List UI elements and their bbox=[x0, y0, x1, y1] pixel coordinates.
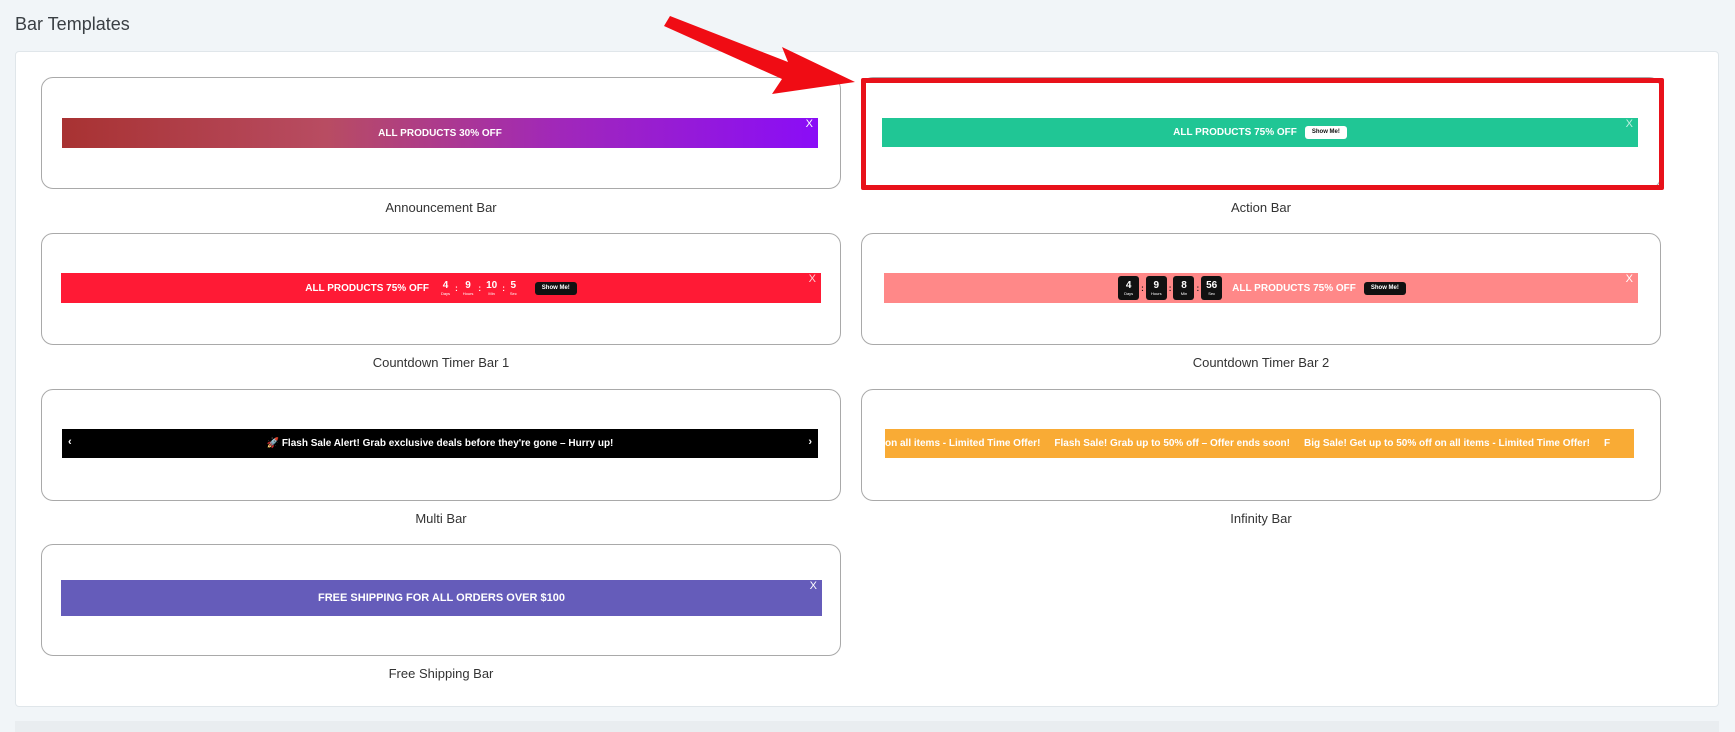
separator: : bbox=[455, 283, 458, 293]
countdown-minutes: 8 Min bbox=[1173, 276, 1195, 300]
announcement-bar-preview: ALL PRODUCTS 30% OFF X bbox=[62, 118, 818, 148]
template-label-countdown-1: Countdown Timer Bar 1 bbox=[372, 355, 510, 370]
template-card-countdown-1[interactable]: ALL PRODUCTS 75% OFF 4 Days : 9 Hours : 10… bbox=[41, 233, 841, 345]
marquee-item: on all items - Limited Time Offer! bbox=[885, 438, 1041, 449]
countdown-bar-2-text: ALL PRODUCTS 75% OFF bbox=[1232, 282, 1356, 294]
multi-bar-preview: ‹ 🚀 Flash Sale Alert! Grab exclusive dea… bbox=[62, 429, 818, 458]
countdown-bar-1-text: ALL PRODUCTS 75% OFF bbox=[305, 282, 429, 294]
announcement-bar-text: ALL PRODUCTS 30% OFF bbox=[378, 127, 502, 139]
free-shipping-bar-text: FREE SHIPPING FOR ALL ORDERS OVER $100 bbox=[318, 592, 565, 604]
marquee-item: Flash Sale! Grab up to 50% off – Offer e… bbox=[1054, 438, 1290, 449]
countdown-hours: 9 Hours bbox=[1145, 276, 1167, 300]
marquee-item: Big Sale! Get up to 50% off on all items… bbox=[1304, 438, 1590, 449]
multi-bar-text: 🚀 Flash Sale Alert! Grab exclusive deals… bbox=[266, 438, 614, 449]
marquee-item: F bbox=[1603, 438, 1611, 449]
close-icon[interactable]: X bbox=[806, 118, 813, 130]
close-icon[interactable]: X bbox=[1626, 273, 1633, 285]
template-label-action: Action Bar bbox=[1231, 200, 1291, 215]
separator: : bbox=[1196, 283, 1200, 293]
free-shipping-bar-preview: FREE SHIPPING FOR ALL ORDERS OVER $100 X bbox=[61, 580, 822, 616]
show-me-button[interactable]: Show Me! bbox=[1363, 281, 1406, 295]
countdown-bar-1-preview: ALL PRODUCTS 75% OFF 4 Days : 9 Hours : 10… bbox=[61, 273, 821, 303]
countdown-days: 4 Days bbox=[1118, 276, 1140, 300]
template-card-countdown-2[interactable]: 4 Days : 9 Hours : 8 Min : 56 Sec ALL PRODUC… bbox=[861, 233, 1661, 345]
template-card-free-shipping[interactable]: FREE SHIPPING FOR ALL ORDERS OVER $100 X bbox=[41, 544, 841, 656]
countdown-minutes: 10 Min bbox=[486, 280, 498, 296]
countdown-seconds: 56 Sec bbox=[1201, 276, 1223, 300]
countdown-hours: 9 Hours bbox=[462, 280, 474, 296]
template-label-announcement: Announcement Bar bbox=[385, 200, 497, 215]
next-arrow-icon[interactable]: › bbox=[808, 436, 812, 448]
bottom-strip bbox=[15, 721, 1719, 732]
page-title: Bar Templates bbox=[15, 14, 130, 34]
infinity-bar-preview: on all items - Limited Time Offer! Flash… bbox=[885, 429, 1634, 458]
template-label-multi: Multi Bar bbox=[415, 511, 467, 526]
show-me-button[interactable]: Show Me! bbox=[534, 281, 577, 295]
countdown-days: 4 Days bbox=[440, 280, 451, 296]
annotation-arrow-icon bbox=[664, 16, 855, 94]
close-icon[interactable]: X bbox=[809, 273, 816, 285]
separator: : bbox=[1141, 283, 1144, 293]
close-icon[interactable]: X bbox=[810, 580, 817, 592]
separator: : bbox=[502, 283, 505, 293]
separator: : bbox=[1168, 283, 1172, 293]
template-label-infinity: Infinity Bar bbox=[1230, 511, 1292, 526]
prev-arrow-icon[interactable]: ‹ bbox=[68, 436, 72, 448]
template-label-countdown-2: Countdown Timer Bar 2 bbox=[1192, 355, 1330, 370]
template-card-multi[interactable]: ‹ 🚀 Flash Sale Alert! Grab exclusive dea… bbox=[41, 389, 841, 501]
separator: : bbox=[478, 283, 482, 293]
template-card-infinity[interactable]: on all items - Limited Time Offer! Flash… bbox=[861, 389, 1661, 501]
template-label-free-shipping: Free Shipping Bar bbox=[388, 666, 494, 681]
countdown-bar-2-preview: 4 Days : 9 Hours : 8 Min : 56 Sec ALL PRODUC… bbox=[884, 273, 1638, 303]
highlight-box bbox=[861, 78, 1664, 190]
countdown-seconds: 5 Sec bbox=[509, 280, 517, 296]
